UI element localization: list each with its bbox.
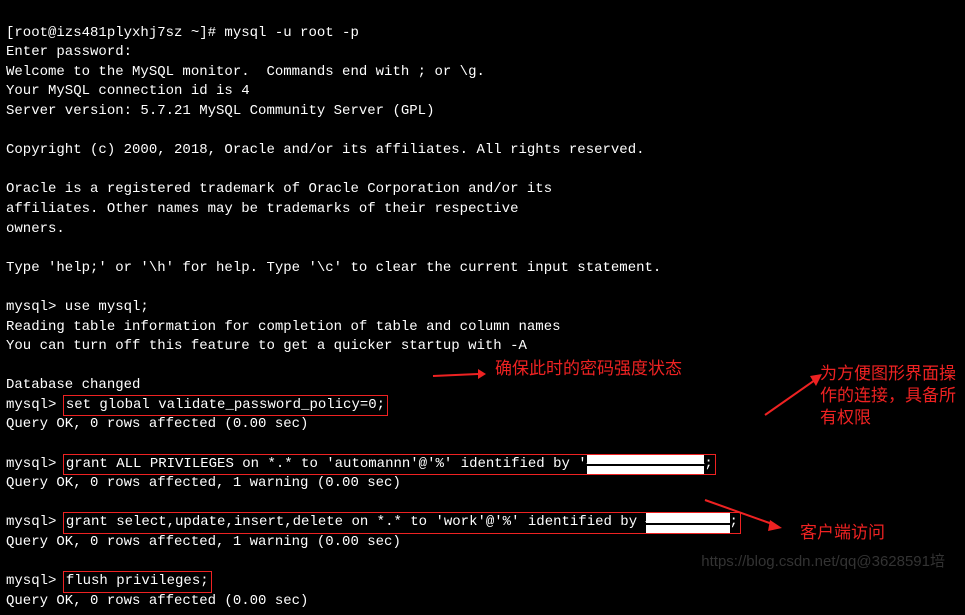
terminal-line: affiliates. Other names may be trademark… bbox=[6, 201, 518, 217]
terminal-line: Type 'help;' or '\h' for help. Type '\c'… bbox=[6, 260, 661, 276]
terminal-line: Welcome to the MySQL monitor. Commands e… bbox=[6, 64, 485, 80]
terminal-line: Enter password: bbox=[6, 44, 132, 60]
terminal-line bbox=[6, 495, 14, 511]
mysql-prompt-line: mysql> grant ALL PRIVILEGES on *.* to 'a… bbox=[6, 456, 714, 472]
watermark: https://blog.csdn.net/qq@3628591培 bbox=[701, 551, 945, 572]
command-highlight: set global validate_password_policy=0; bbox=[63, 395, 388, 417]
command-highlight: grant select,update,insert,delete on *.*… bbox=[63, 512, 741, 534]
terminal-line: Database changed bbox=[6, 377, 140, 393]
terminal-line: mysql> use mysql; bbox=[6, 299, 149, 315]
terminal-output: [root@izs481plyxhj7sz ~]# mysql -u root … bbox=[0, 0, 965, 615]
terminal-line bbox=[6, 436, 14, 452]
terminal-line: Server version: 5.7.21 MySQL Community S… bbox=[6, 103, 434, 119]
terminal-line: owners. bbox=[6, 221, 65, 237]
terminal-line: [root@izs481plyxhj7sz ~]# mysql -u root … bbox=[6, 25, 359, 41]
terminal-line: Copyright (c) 2000, 2018, Oracle and/or … bbox=[6, 142, 645, 158]
mysql-prompt-line: mysql> flush privileges; bbox=[6, 573, 210, 589]
redacted-password bbox=[587, 455, 705, 475]
command-highlight: flush privileges; bbox=[63, 571, 212, 593]
terminal-line: Oracle is a registered trademark of Orac… bbox=[6, 181, 552, 197]
terminal-line bbox=[6, 554, 14, 570]
mysql-prompt: mysql> bbox=[6, 456, 65, 472]
mysql-prompt: mysql> bbox=[6, 573, 65, 589]
terminal-line: Reading table information for completion… bbox=[6, 319, 561, 335]
query-result: Query OK, 0 rows affected (0.00 sec) bbox=[6, 416, 308, 432]
query-result: Query OK, 0 rows affected, 1 warning (0.… bbox=[6, 534, 401, 550]
mysql-prompt-line: mysql> grant select,update,insert,delete… bbox=[6, 514, 739, 530]
redacted-password bbox=[646, 513, 730, 533]
query-result: Query OK, 0 rows affected, 1 warning (0.… bbox=[6, 475, 401, 491]
query-result: Query OK, 0 rows affected (0.00 sec) bbox=[6, 593, 308, 609]
mysql-prompt: mysql> bbox=[6, 514, 65, 530]
mysql-prompt: mysql> bbox=[6, 397, 65, 413]
terminal-line: Your MySQL connection id is 4 bbox=[6, 83, 250, 99]
command-highlight: grant ALL PRIVILEGES on *.* to 'automann… bbox=[63, 454, 716, 476]
mysql-prompt-line: mysql> set global validate_password_poli… bbox=[6, 397, 386, 413]
terminal-line: You can turn off this feature to get a q… bbox=[6, 338, 527, 354]
